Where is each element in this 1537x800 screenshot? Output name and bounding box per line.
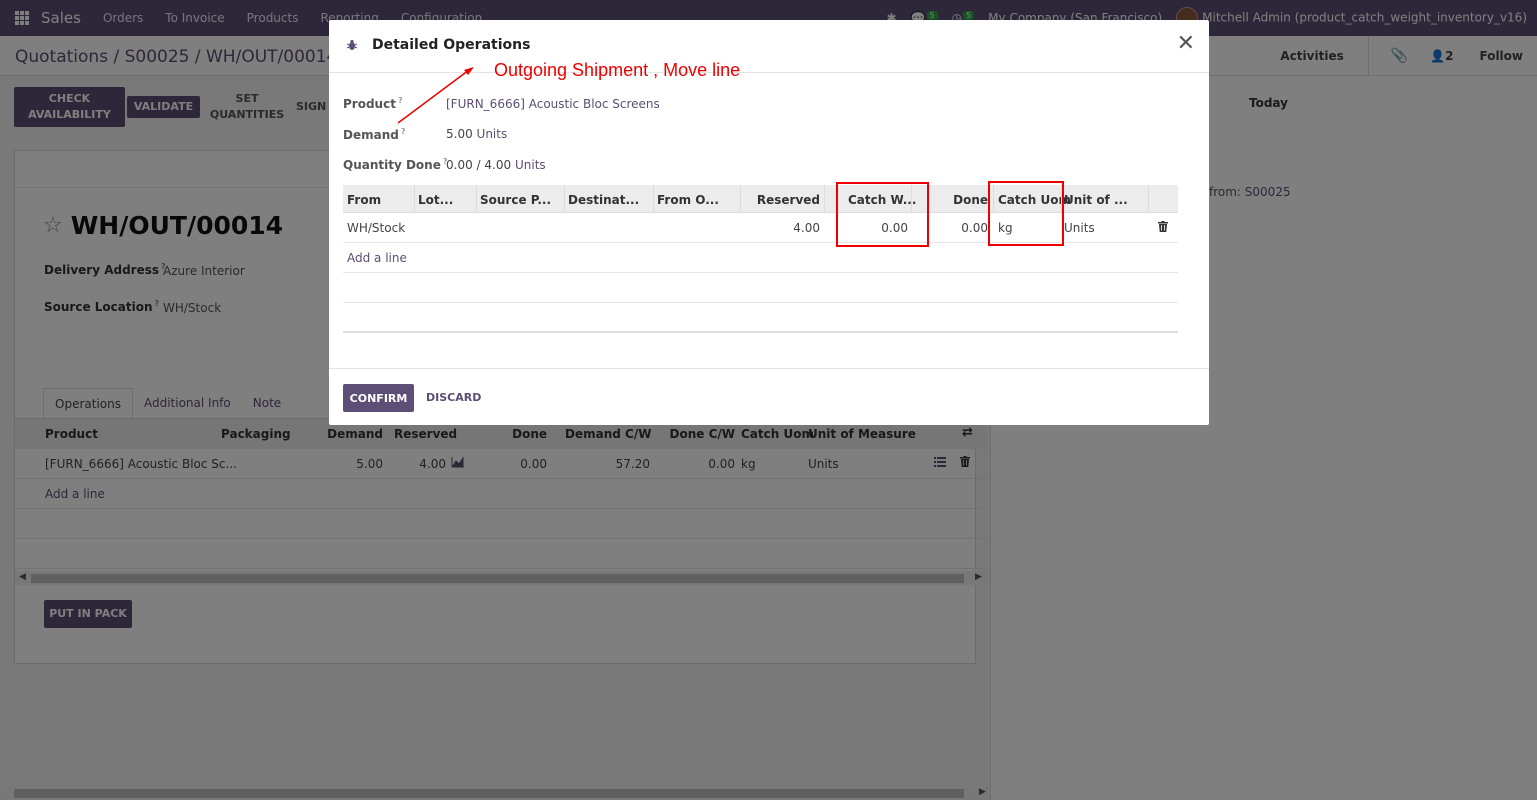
empty-row [343,303,1178,333]
quantity-done-label: Quantity Done? [343,157,448,172]
demand-label-text: Demand [343,128,399,142]
debug-bug-icon[interactable] [346,39,358,51]
confirm-button[interactable]: CONFIRM [343,384,414,412]
col-uom[interactable]: Unit of ... [1064,193,1128,207]
column-divider [414,185,415,213]
add-line-row: Add a line [343,243,1178,273]
annotation-text: Outgoing Shipment , Move line [494,60,741,80]
row-from[interactable]: WH/Stock [347,221,405,235]
qty-reserved: 4.00 [484,158,512,172]
discard-button[interactable]: DISCARD [426,391,481,404]
dialog-footer: CONFIRM DISCARD [329,368,1209,425]
demand-qty: 5.00 [446,127,473,141]
dialog-title: Detailed Operations [372,37,531,53]
column-divider [1148,185,1149,213]
quantity-done-value: 0.00 / 4.00 Units [446,158,546,172]
col-from-owner[interactable]: From O... [657,193,719,207]
qty-done-uom-link[interactable]: Units [515,158,546,172]
help-icon[interactable]: ? [401,127,406,136]
quantity-done-label-text: Quantity Done [343,158,441,172]
close-icon[interactable]: ✕ [1177,33,1195,55]
demand-value: 5.00 Units [446,127,507,141]
column-divider [740,185,741,213]
col-destination[interactable]: Destinat... [568,193,639,207]
col-done[interactable]: Done [923,193,988,207]
highlight-box-catch-uom [988,181,1064,246]
annotation-arrow [397,67,474,124]
col-reserved[interactable]: Reserved [743,193,820,207]
column-divider [653,185,654,213]
row-uom[interactable]: Units [1064,221,1095,235]
trash-icon[interactable] [1158,221,1168,235]
column-divider [824,185,825,213]
demand-uom-link[interactable]: Units [477,127,508,141]
qty-separator: / [476,158,481,172]
column-divider [476,185,477,213]
highlight-box-catch-weight [836,182,929,247]
qty-done: 0.00 [446,158,473,172]
add-line-link[interactable]: Add a line [347,251,407,265]
col-source-package[interactable]: Source P... [480,193,551,207]
col-from[interactable]: From [347,193,381,207]
row-reserved: 4.00 [793,221,820,235]
column-divider [564,185,565,213]
demand-label: Demand? [343,127,405,142]
col-lot[interactable]: Lot... [418,193,453,207]
product-label-text: Product [343,97,396,111]
empty-row [343,273,1178,303]
row-done[interactable]: 0.00 [923,221,988,235]
